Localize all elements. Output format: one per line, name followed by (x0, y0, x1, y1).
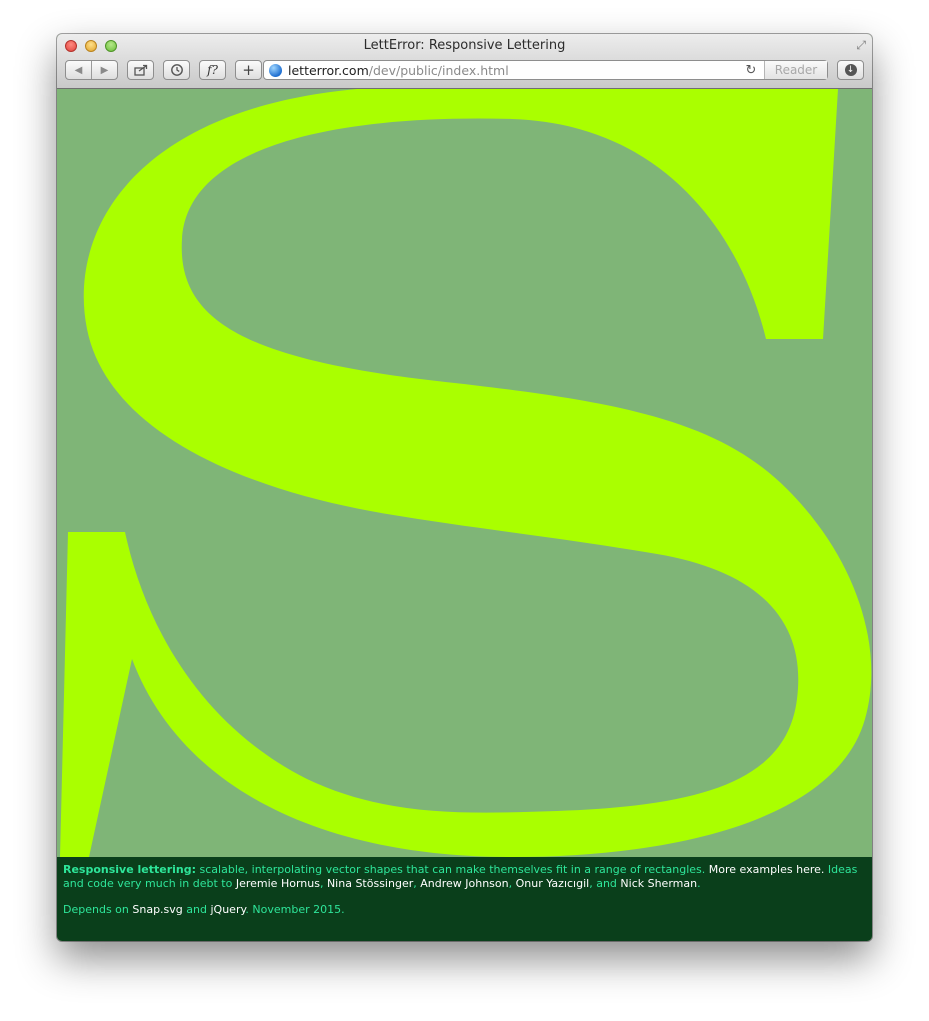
globe-icon (269, 63, 282, 77)
separator: , (508, 877, 516, 890)
and-text: and (182, 903, 211, 916)
downloads-button[interactable]: ↓ (837, 60, 864, 80)
footer-heading: Responsive lettering: (63, 863, 197, 876)
jquery-link[interactable]: jQuery (210, 903, 245, 916)
footer-credits: Depends on Snap.svg and jQuery. November… (63, 903, 866, 917)
fonts-extension-button[interactable]: f? (199, 60, 226, 80)
url-field[interactable]: letterror.com/dev/public/index.html (288, 63, 744, 78)
browser-window: LettError: Responsive Lettering ⤢ ◀ ▶ f?… (57, 34, 872, 941)
window-title: LettError: Responsive Lettering (363, 38, 566, 53)
name-link[interactable]: Onur Yazıcıgil (516, 877, 590, 890)
name-link[interactable]: Nick Sherman (620, 877, 697, 890)
footer-paragraph: Responsive lettering: scalable, interpol… (63, 863, 866, 891)
footer: Responsive lettering: scalable, interpol… (57, 857, 872, 941)
download-icon: ↓ (844, 64, 857, 76)
snapsvg-link[interactable]: Snap.svg (132, 903, 182, 916)
forward-button[interactable]: ▶ (92, 65, 117, 76)
letter-s-graphic (60, 89, 872, 857)
letter-s-shape (60, 89, 872, 857)
name-link[interactable]: Andrew Johnson (420, 877, 508, 890)
back-forward-buttons: ◀ ▶ (65, 60, 118, 80)
toolbar: LettError: Responsive Lettering ⤢ ◀ ▶ f?… (57, 34, 872, 89)
fullscreen-icon[interactable]: ⤢ (856, 38, 866, 53)
address-bar[interactable]: letterror.com/dev/public/index.html ↻ Re… (263, 60, 828, 80)
footer-intro: scalable, interpolating vector shapes th… (196, 863, 706, 876)
back-button[interactable]: ◀ (66, 65, 91, 76)
history-icon (170, 64, 183, 76)
share-button[interactable] (127, 60, 154, 80)
history-button[interactable] (163, 60, 190, 80)
share-icon (133, 64, 147, 76)
separator: . (697, 877, 701, 890)
name-link[interactable]: Nina Stössinger (327, 877, 413, 890)
separator: , (319, 877, 327, 890)
separator: , and (589, 877, 621, 890)
date-text: . November 2015. (245, 903, 345, 916)
more-examples-link[interactable]: More examples here. (709, 863, 825, 876)
add-bookmark-button[interactable]: + (235, 60, 262, 80)
url-host: letterror.com (288, 62, 369, 78)
url-path: /dev/public/index.html (368, 62, 509, 78)
name-link[interactable]: Jeremie Hornus (236, 877, 320, 890)
reload-icon[interactable]: ↻ (744, 63, 758, 78)
reader-button[interactable]: Reader (764, 61, 827, 79)
depends-text: Depends on (63, 903, 133, 916)
page-canvas (57, 89, 872, 857)
